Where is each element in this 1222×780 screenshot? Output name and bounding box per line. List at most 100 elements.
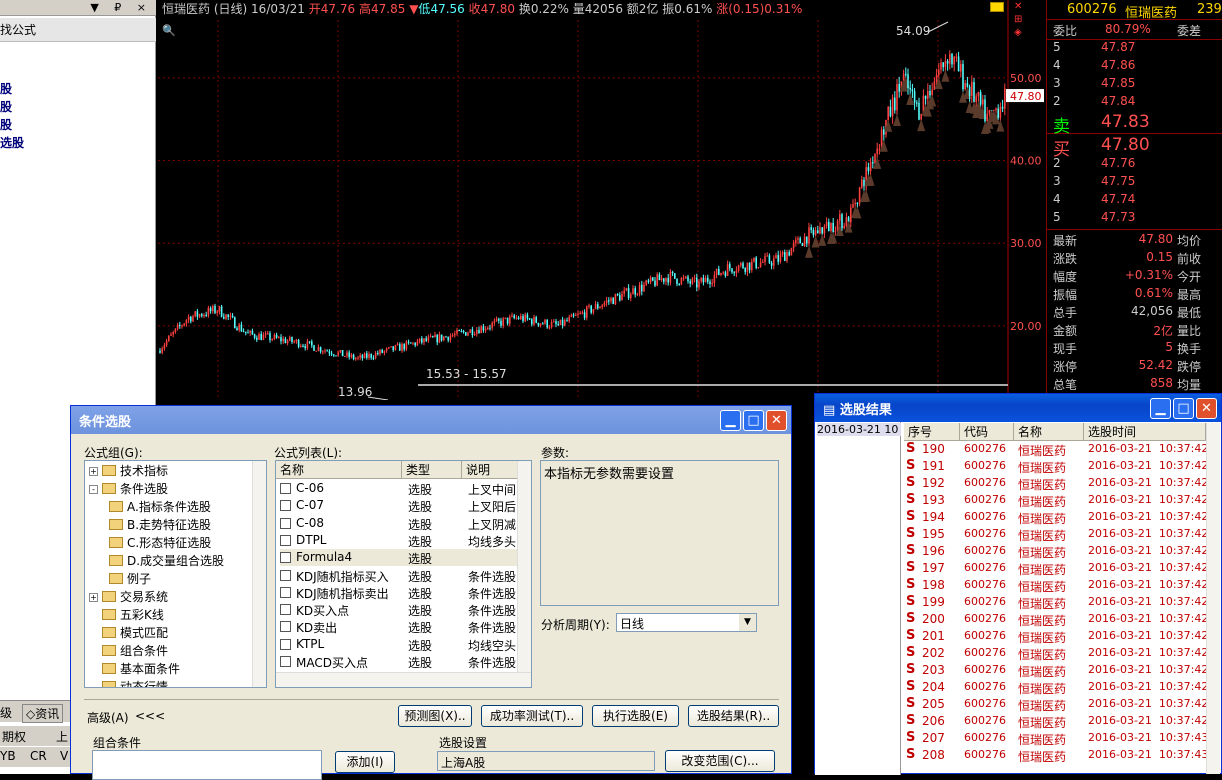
tab-news[interactable]: ◇资讯 — [22, 704, 64, 723]
result-row[interactable]: S 201 600276 恒瑞医药 2016-03-21 10:37:42 — [904, 628, 1208, 646]
tab-v[interactable]: V — [60, 749, 68, 763]
advanced-label[interactable]: 高级(A) — [87, 709, 129, 726]
kline-chart[interactable]: 50.00 40.00 30.00 20.00 15.53 - 15.57 13.96 54… — [158, 0, 1046, 401]
kline-chart-canvas[interactable]: 50.00 40.00 30.00 20.00 15.53 - 15.57 13.96 54… — [158, 0, 1046, 401]
success-test-button[interactable]: 成功率测试(T).. — [481, 705, 583, 727]
result-row[interactable]: S 200 600276 恒瑞医药 2016-03-21 10:37:42 — [904, 611, 1208, 629]
tree-node[interactable]: D.成交量组合选股 — [109, 552, 224, 570]
tree-node[interactable]: C.形态特征选股 — [109, 534, 211, 552]
result-scrollbar[interactable] — [1206, 423, 1220, 774]
formula-group-tree[interactable]: + 技术指标 - 条件选股 A.指标条件选股 B.走势特征选股 C.形态特征选股 D.成交量组… — [84, 460, 267, 688]
tree-node[interactable]: + 交易系统 — [89, 588, 168, 606]
result-minimize-button[interactable]: ▁ — [1150, 398, 1171, 419]
col-seq[interactable]: 序号 — [904, 423, 960, 441]
candle-body — [834, 231, 837, 233]
maximize-button[interactable]: □ — [743, 410, 764, 431]
result-row[interactable]: S 194 600276 恒瑞医药 2016-03-21 10:37:42 — [904, 509, 1208, 527]
result-row[interactable]: S 202 600276 恒瑞医药 2016-03-21 10:37:42 — [904, 645, 1208, 663]
sidebar-item-1[interactable]: 股 — [0, 80, 30, 97]
result-row[interactable]: S 195 600276 恒瑞医药 2016-03-21 10:37:42 — [904, 526, 1208, 544]
results-button[interactable]: 选股结果(R).. — [688, 705, 779, 727]
zoom-icon[interactable]: 🔍 — [162, 24, 176, 37]
chart-side-icons[interactable]: ✕ ⊞ ◈ — [1014, 0, 1022, 39]
formula-row[interactable]: KTPL 选股 均线空头 — [280, 636, 520, 653]
formula-row[interactable]: KD买入点 选股 条件选股 — [280, 601, 520, 618]
result-row[interactable]: S 193 600276 恒瑞医药 2016-03-21 10:37:42 — [904, 492, 1208, 510]
tree-node[interactable]: B.走势特征选股 — [109, 516, 211, 534]
result-row[interactable]: S 191 600276 恒瑞医药 2016-03-21 10:37:42 — [904, 458, 1208, 476]
list-vscrollbar[interactable] — [517, 461, 531, 673]
col-name[interactable]: 名称 — [276, 461, 402, 479]
col-time[interactable]: 选股时间 — [1084, 423, 1206, 441]
sidebar-item-4[interactable]: 选股 — [0, 134, 40, 151]
result-row[interactable]: S 196 600276 恒瑞医药 2016-03-21 10:37:42 — [904, 543, 1208, 561]
result-row[interactable]: S 198 600276 恒瑞医药 2016-03-21 10:37:42 — [904, 577, 1208, 595]
formula-row[interactable]: Formula4 选股 — [280, 549, 520, 567]
sidebar-item-2[interactable]: 股 — [0, 98, 30, 115]
result-row[interactable]: S 206 600276 恒瑞医药 2016-03-21 10:37:42 — [904, 713, 1208, 731]
col-code[interactable]: 代码 — [960, 423, 1014, 441]
result-maximize-button[interactable]: □ — [1173, 398, 1194, 419]
formula-row[interactable]: DTPL 选股 均线多头 — [280, 532, 520, 549]
period-select[interactable]: 日线 ▼ — [616, 613, 757, 632]
tree-node[interactable]: 例子 — [109, 570, 151, 588]
tree-scrollbar[interactable] — [252, 461, 266, 687]
sidebar-window-controls[interactable]: ▼ ₽ × — [90, 1, 152, 14]
result-row[interactable]: S 197 600276 恒瑞医药 2016-03-21 10:37:42 — [904, 560, 1208, 578]
tree-node[interactable]: - 条件选股 — [89, 480, 168, 498]
tab-options[interactable]: 期权 — [2, 728, 26, 745]
tab-yb[interactable]: YB — [0, 749, 16, 763]
tree-node[interactable]: A.指标条件选股 — [109, 498, 211, 516]
expand-icon[interactable]: + — [89, 467, 98, 476]
dialog-titlebar[interactable]: 条件选股 ▁ □ ✕ — [71, 406, 791, 434]
tab-cr[interactable]: CR — [30, 749, 47, 763]
execute-select-button[interactable]: 执行选股(E) — [592, 705, 679, 727]
list-hscrollbar[interactable] — [276, 672, 531, 687]
formula-row[interactable]: C-08 选股 上叉阴减 — [280, 515, 520, 532]
result-row[interactable]: S 205 600276 恒瑞医药 2016-03-21 10:37:42 — [904, 696, 1208, 714]
open-label: 开 — [308, 2, 321, 16]
result-row[interactable]: S 207 600276 恒瑞医药 2016-03-21 10:37:43 — [904, 730, 1208, 748]
sidebar-item-3[interactable]: 股 — [0, 116, 30, 133]
result-row[interactable]: S 199 600276 恒瑞医药 2016-03-21 10:37:42 — [904, 594, 1208, 612]
minimize-button[interactable]: ▁ — [720, 410, 741, 431]
chevron-down-icon[interactable]: ▼ — [739, 614, 756, 631]
change-range-button[interactable]: 改变范围(C)... — [665, 750, 775, 772]
expand-icon[interactable]: + — [89, 593, 98, 602]
tree-node[interactable]: 组合条件 — [89, 642, 168, 660]
tree-node[interactable]: 基本面条件 — [89, 660, 180, 678]
formula-row[interactable]: MACD买入点 选股 条件选股 — [280, 653, 520, 670]
result-row[interactable]: S 203 600276 恒瑞医药 2016-03-21 10:37:42 — [904, 662, 1208, 680]
col-name[interactable]: 名称 — [1014, 423, 1084, 441]
tab-level[interactable]: 级 — [0, 704, 12, 721]
formula-row[interactable]: C-07 选股 上叉阳后 — [280, 497, 520, 514]
formula-list[interactable]: 名称 类型 说明 C-06 选股 上叉中间 C-07 选股 上叉阳后 C-08 选股 上叉阴减 D… — [275, 460, 532, 688]
formula-row[interactable]: KDJ随机指标买入 选股 条件选股 — [280, 567, 520, 584]
col-type[interactable]: 类型 — [402, 461, 462, 479]
formula-row[interactable]: KDJ随机指标卖出 选股 条件选股 — [280, 584, 520, 601]
formula-row[interactable]: KD卖出 选股 条件选股 — [280, 618, 520, 635]
result-row[interactable]: S 208 600276 恒瑞医药 2016-03-21 10:37:43 — [904, 747, 1208, 765]
result-close-button[interactable]: ✕ — [1196, 398, 1217, 419]
result-titlebar[interactable]: ▤ 选股结果 ▁ □ ✕ — [815, 394, 1221, 422]
result-left-pane[interactable]: 2016-03-21 10 — [815, 422, 901, 775]
gold-icon[interactable] — [990, 2, 1004, 12]
expand-icon[interactable]: - — [89, 485, 98, 494]
tree-node[interactable]: 动态行情 — [89, 678, 168, 687]
add-button[interactable]: 添加(I) — [335, 751, 395, 773]
combo-condition-box[interactable] — [92, 750, 322, 780]
tab-shang[interactable]: 上 — [56, 728, 68, 745]
result-row[interactable]: S 204 600276 恒瑞医药 2016-03-21 10:37:42 — [904, 679, 1208, 697]
tree-node[interactable]: 模式匹配 — [89, 624, 168, 642]
tree-node[interactable]: 五彩K线 — [89, 606, 164, 624]
forecast-button[interactable]: 预测图(X).. — [398, 705, 472, 727]
close-button[interactable]: ✕ — [766, 410, 787, 431]
result-row[interactable]: S 192 600276 恒瑞医药 2016-03-21 10:37:42 — [904, 475, 1208, 493]
col-desc[interactable]: 说明 — [462, 461, 518, 479]
formula-row[interactable]: C-06 选股 上叉中间 — [280, 480, 520, 497]
tree-node[interactable]: + 技术指标 — [89, 462, 168, 480]
find-formula-button[interactable]: 找公式 — [0, 18, 156, 42]
result-name: 恒瑞医药 — [1018, 512, 1067, 526]
result-row[interactable]: S 190 600276 恒瑞医药 2016-03-21 10:37:42 — [904, 441, 1208, 459]
advanced-arrow[interactable]: <<< — [135, 709, 165, 723]
